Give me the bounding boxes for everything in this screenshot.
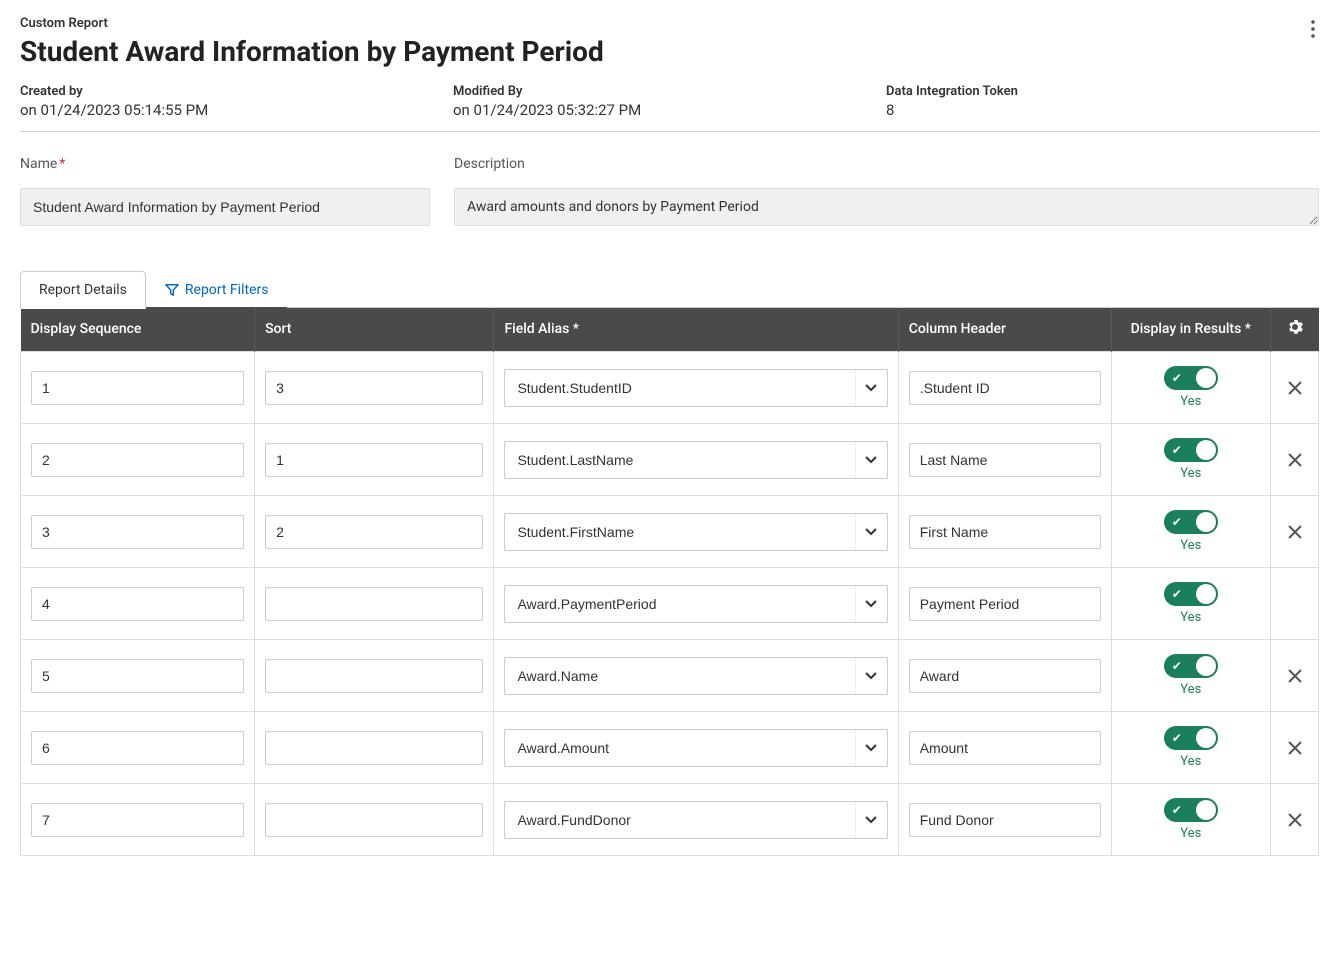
th-settings[interactable]	[1271, 307, 1319, 352]
close-icon	[1288, 525, 1302, 539]
delete-row-button[interactable]	[1283, 664, 1307, 688]
required-indicator: *	[59, 156, 65, 172]
field-alias-select[interactable]	[504, 513, 887, 551]
field-alias-select[interactable]	[504, 441, 887, 479]
report-details-table: Display Sequence Sort Field Alias * Colu…	[20, 307, 1319, 856]
column-header-input[interactable]	[909, 587, 1101, 621]
display-toggle[interactable]: ✔	[1164, 654, 1218, 678]
check-icon: ✔	[1172, 659, 1182, 673]
sort-input[interactable]	[265, 731, 483, 765]
breadcrumb: Custom Report	[20, 16, 604, 31]
toggle-label: Yes	[1180, 754, 1201, 769]
delete-row-button[interactable]	[1283, 448, 1307, 472]
display-toggle[interactable]: ✔	[1164, 438, 1218, 462]
check-icon: ✔	[1172, 371, 1182, 385]
delete-row-button[interactable]	[1283, 808, 1307, 832]
created-by-label: Created by	[20, 84, 453, 99]
check-icon: ✔	[1172, 803, 1182, 817]
sort-input[interactable]	[265, 803, 483, 837]
delete-row-button[interactable]	[1283, 736, 1307, 760]
tab-report-filters[interactable]: Report Filters	[146, 271, 288, 308]
field-alias-select[interactable]	[504, 369, 887, 407]
sort-input[interactable]	[265, 659, 483, 693]
field-alias-select[interactable]	[504, 801, 887, 839]
display-toggle[interactable]: ✔	[1164, 582, 1218, 606]
token-label: Data Integration Token	[886, 84, 1319, 99]
close-icon	[1288, 453, 1302, 467]
sort-input[interactable]	[265, 587, 483, 621]
delete-row-button[interactable]	[1283, 520, 1307, 544]
tab-report-details[interactable]: Report Details	[20, 271, 146, 309]
sort-input[interactable]	[265, 443, 483, 477]
column-header-input[interactable]	[909, 803, 1101, 837]
table-row: ✔ Yes	[21, 352, 1319, 424]
delete-row-button[interactable]	[1283, 376, 1307, 400]
table-row: ✔ Yes	[21, 568, 1319, 640]
page-title: Student Award Information by Payment Per…	[20, 35, 604, 68]
display-sequence-input[interactable]	[31, 659, 244, 693]
meta-row: Created by on 01/24/2023 05:14:55 PM Mod…	[20, 84, 1319, 132]
toggle-label: Yes	[1180, 610, 1201, 625]
toggle-label: Yes	[1180, 682, 1201, 697]
toggle-label: Yes	[1180, 394, 1201, 409]
th-display-sequence: Display Sequence	[21, 307, 255, 352]
column-header-input[interactable]	[909, 731, 1101, 765]
name-input[interactable]	[20, 188, 430, 226]
toggle-label: Yes	[1180, 826, 1201, 841]
check-icon: ✔	[1172, 515, 1182, 529]
toggle-label: Yes	[1180, 466, 1201, 481]
tab-filters-label: Report Filters	[185, 282, 269, 298]
modified-by-value: on 01/24/2023 05:32:27 PM	[453, 101, 886, 119]
table-row: ✔ Yes	[21, 640, 1319, 712]
toggle-label: Yes	[1180, 538, 1201, 553]
th-column-header: Column Header	[898, 307, 1111, 352]
display-toggle[interactable]: ✔	[1164, 366, 1218, 390]
table-row: ✔ Yes	[21, 712, 1319, 784]
gear-icon	[1287, 319, 1303, 335]
tabs: Report Details Report Filters	[20, 270, 1319, 308]
description-label: Description	[454, 156, 1319, 172]
sort-input[interactable]	[265, 515, 483, 549]
close-icon	[1288, 669, 1302, 683]
column-header-input[interactable]	[909, 371, 1101, 405]
column-header-input[interactable]	[909, 515, 1101, 549]
close-icon	[1288, 813, 1302, 827]
table-row: ✔ Yes	[21, 424, 1319, 496]
th-sort: Sort	[255, 307, 494, 352]
name-label: Name*	[20, 156, 430, 172]
token-value: 8	[886, 101, 1319, 119]
description-textarea[interactable]	[454, 188, 1319, 226]
created-by-value: on 01/24/2023 05:14:55 PM	[20, 101, 453, 119]
close-icon	[1288, 741, 1302, 755]
check-icon: ✔	[1172, 731, 1182, 745]
column-header-input[interactable]	[909, 659, 1101, 693]
display-sequence-input[interactable]	[31, 587, 244, 621]
check-icon: ✔	[1172, 443, 1182, 457]
check-icon: ✔	[1172, 587, 1182, 601]
th-display-in-results: Display in Results *	[1111, 307, 1271, 352]
modified-by-label: Modified By	[453, 84, 886, 99]
display-sequence-input[interactable]	[31, 731, 244, 765]
table-row: ✔ Yes	[21, 496, 1319, 568]
sort-input[interactable]	[265, 371, 483, 405]
display-sequence-input[interactable]	[31, 803, 244, 837]
table-row: ✔ Yes	[21, 784, 1319, 856]
more-menu-button[interactable]	[1307, 16, 1319, 46]
column-header-input[interactable]	[909, 443, 1101, 477]
close-icon	[1288, 381, 1302, 395]
field-alias-select[interactable]	[504, 657, 887, 695]
display-sequence-input[interactable]	[31, 515, 244, 549]
display-toggle[interactable]: ✔	[1164, 726, 1218, 750]
display-toggle[interactable]: ✔	[1164, 798, 1218, 822]
th-field-alias: Field Alias *	[494, 307, 898, 352]
filter-icon	[165, 283, 179, 297]
display-toggle[interactable]: ✔	[1164, 510, 1218, 534]
field-alias-select[interactable]	[504, 585, 887, 623]
display-sequence-input[interactable]	[31, 443, 244, 477]
more-vert-icon	[1311, 20, 1315, 38]
display-sequence-input[interactable]	[31, 371, 244, 405]
field-alias-select[interactable]	[504, 729, 887, 767]
